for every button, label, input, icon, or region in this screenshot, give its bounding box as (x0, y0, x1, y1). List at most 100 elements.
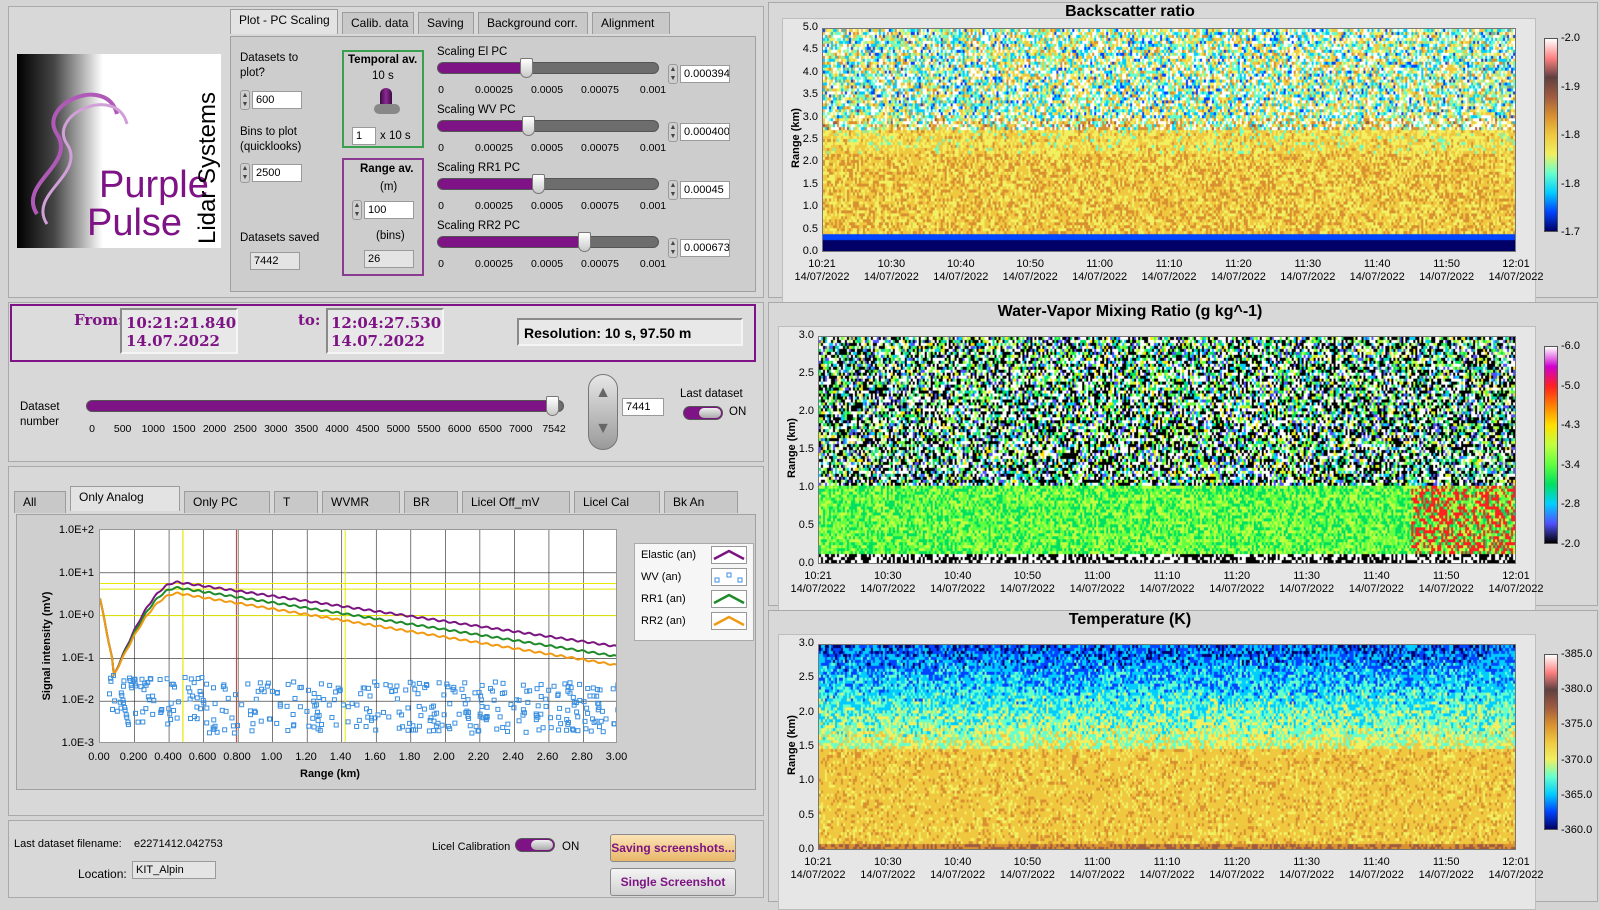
date-tick: 14/07/2022 (999, 583, 1055, 595)
plot-tab[interactable]: BR (404, 491, 458, 513)
plot-tab[interactable]: T (274, 491, 318, 513)
scaling-spinner[interactable]: ▲ ▼ (668, 64, 678, 84)
heatmap-ytick: 0.0 (798, 843, 814, 855)
wv-an-point (274, 720, 280, 726)
wv-an-point (575, 728, 581, 734)
tab-saving[interactable]: Saving (418, 12, 474, 34)
scaling-value-input[interactable]: 0.000673 (680, 239, 730, 257)
heatmap-xtick: 10:40 14/07/2022 (923, 856, 993, 882)
dataset-stepper[interactable]: ▲ ▼ (588, 374, 618, 450)
scaling-tick: 0.001 (639, 258, 667, 270)
wv-an-point (500, 725, 506, 731)
datasets-to-plot-input[interactable]: 600 (252, 91, 302, 109)
plot-tab[interactable]: Only PC (184, 491, 270, 513)
range-m-input[interactable]: 100 (364, 201, 414, 219)
heatmap-xtick: 10:21 14/07/2022 (783, 856, 853, 882)
licel-cal-toggle[interactable] (515, 838, 555, 852)
dataset-slider[interactable] (86, 396, 564, 416)
wv-an-point (520, 682, 526, 688)
legend-swatch (711, 546, 747, 564)
colorbar-tick: -380.0 (1561, 683, 1593, 696)
wv-an-point (585, 710, 591, 716)
scaling-value-input[interactable]: 0.000394 (680, 65, 730, 83)
logo-word-1: Purple (99, 164, 209, 206)
plot-tab[interactable]: Only Analog (70, 486, 180, 511)
heatmap-ytick: 2.0 (798, 405, 814, 417)
dataset-tick: 2000 (202, 423, 227, 435)
tab-alignment[interactable]: Alignment (592, 12, 670, 34)
colorbar-tick: -3.4 (1561, 458, 1580, 471)
legend-swatch (711, 612, 747, 630)
scaling-spinner[interactable]: ▲ ▼ (668, 180, 678, 200)
wv-an-point (326, 702, 332, 708)
heatmap-canvas (818, 336, 1516, 564)
date-tick: 14/07/2022 (1488, 869, 1544, 881)
plot-tab[interactable]: WVMR (322, 491, 400, 513)
saving-screenshots-button[interactable]: Saving screenshots... (610, 834, 736, 862)
wv-an-point (120, 683, 126, 689)
dataset-tick: 7000 (509, 423, 533, 435)
plot-tab[interactable]: Bk An (664, 491, 738, 513)
from-label: From: (74, 311, 124, 329)
scaling-slider[interactable] (437, 174, 659, 194)
wv-an-point (358, 691, 364, 697)
wv-an-point (543, 703, 549, 709)
time-tick: 11:00 (1083, 570, 1111, 582)
scaling-tick: 0 (438, 142, 444, 154)
wv-an-point (233, 692, 239, 698)
dataset-number-input[interactable]: 7441 (622, 398, 664, 416)
scaling-tick: 0.00025 (475, 84, 513, 96)
dataset-slider-knob[interactable] (545, 396, 559, 416)
to-label: to: (298, 311, 321, 329)
range-spinner[interactable]: ▲ ▼ (352, 200, 362, 220)
heatmap-ytick: 2.5 (798, 367, 814, 379)
scaling-slider-knob[interactable] (519, 58, 533, 78)
signal-xtick: 0.800 (223, 751, 251, 763)
heatmap-xtick: 10:30 14/07/2022 (853, 570, 923, 596)
datasets-spinner[interactable]: ▲ ▼ (240, 90, 250, 110)
scaling-spinner[interactable]: ▲ ▼ (668, 122, 678, 142)
signal-xtick: 1.40 (329, 751, 352, 763)
scaling-slider[interactable] (437, 116, 659, 136)
tab-calib-data[interactable]: Calib. data (342, 12, 414, 34)
colorbar-tick: -2.8 (1561, 498, 1580, 511)
date-tick: 14/07/2022 (1139, 869, 1195, 881)
temporal-mult-input[interactable]: 1 (352, 127, 376, 145)
scaling-tick: 0.00025 (475, 142, 513, 154)
datasets-saved-label: Datasets saved (240, 232, 320, 244)
signal-ytick: 1.0E+0 (58, 609, 94, 622)
last-dataset-toggle[interactable] (683, 406, 723, 420)
scaling-spinner[interactable]: ▲ ▼ (668, 238, 678, 258)
scaling-slider-knob[interactable] (521, 116, 535, 136)
heatmap-ytick: 4.0 (802, 65, 818, 78)
scaling-slider[interactable] (437, 232, 659, 252)
temporal-switch[interactable] (374, 88, 400, 114)
date-tick: 14/07/2022 (794, 271, 850, 283)
wv-an-point (187, 715, 193, 721)
wv-an-point (211, 717, 217, 723)
plot-tab[interactable]: All (14, 491, 66, 513)
colorbar-tick: -2.0 (1561, 538, 1580, 550)
scaling-value-input[interactable]: 0.000400 (680, 123, 730, 141)
heatmap-colorbar (1544, 654, 1558, 830)
wv-an-point (164, 676, 170, 682)
colorbar-tick: -365.0 (1561, 788, 1593, 801)
heatmap-ytick: 0.5 (798, 519, 814, 531)
legend-label: RR2 (an) (641, 615, 686, 627)
scaling-value-input[interactable]: 0.00045 (680, 181, 730, 199)
bins-input[interactable]: 2500 (252, 164, 302, 182)
wv-an-point (139, 676, 145, 682)
single-screenshot-button[interactable]: Single Screenshot (610, 868, 736, 896)
scaling-slider-knob[interactable] (578, 232, 592, 252)
scaling-slider-knob[interactable] (532, 174, 546, 194)
bins-spinner[interactable]: ▲ ▼ (240, 163, 250, 183)
plot-tab[interactable]: Licel Cal (574, 491, 660, 513)
wv-an-point (365, 685, 371, 691)
tab-background-corr[interactable]: Background corr. (478, 12, 588, 34)
tab-plot-pc-scaling[interactable]: Plot - PC Scaling (230, 9, 338, 34)
heatmap-ytick: 1.5 (798, 443, 814, 455)
plot-tab[interactable]: Licel Off_mV (462, 491, 570, 513)
heatmap-ytick: 0.0 (798, 557, 814, 569)
scaling-slider[interactable] (437, 58, 659, 78)
wv-an-point (311, 691, 317, 697)
